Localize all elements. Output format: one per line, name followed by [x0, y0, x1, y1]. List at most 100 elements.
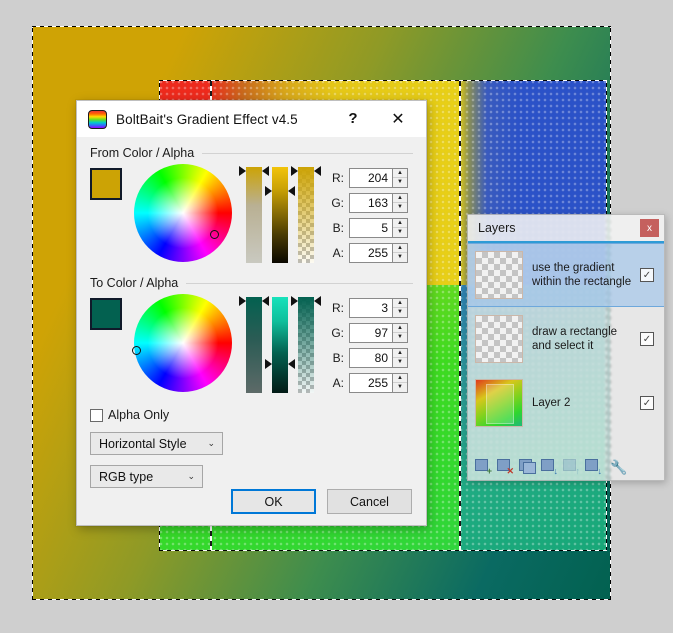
- to-color-swatch[interactable]: [90, 298, 122, 330]
- to-color-label: To Color / Alpha: [90, 276, 179, 290]
- to-color-wheel-marker[interactable]: [132, 346, 141, 355]
- stepper-up-icon[interactable]: ▲: [393, 219, 407, 228]
- from-g-label: G:: [331, 195, 344, 210]
- layer-name: use the gradient within the rectangle: [532, 262, 632, 288]
- to-swatch-wrap: [90, 294, 132, 330]
- from-g-input[interactable]: 163: [349, 192, 393, 213]
- to-r-label: R:: [332, 300, 344, 315]
- stepper-down-icon[interactable]: ▼: [393, 383, 407, 392]
- stepper-up-icon[interactable]: ▲: [393, 194, 407, 203]
- stepper-up-icon[interactable]: ▲: [393, 349, 407, 358]
- from-color-swatch[interactable]: [90, 168, 122, 200]
- stepper-down-icon[interactable]: ▼: [393, 228, 407, 237]
- to-g-input[interactable]: 97: [349, 322, 393, 343]
- duplicate-layer-icon[interactable]: [519, 459, 536, 475]
- layer-properties-wrench-icon[interactable]: 🔧: [610, 459, 627, 476]
- from-alpha-slider[interactable]: [291, 166, 321, 263]
- layer-thumbnail[interactable]: [475, 251, 523, 299]
- from-channel-b: B: 5 ▲ ▼: [328, 215, 408, 240]
- from-r-stepper[interactable]: ▲ ▼: [393, 167, 408, 188]
- from-a-input[interactable]: 255: [349, 242, 393, 263]
- dialog-titlebar[interactable]: BoltBait's Gradient Effect v4.5 ? ✕: [77, 101, 426, 138]
- to-r-stepper[interactable]: ▲ ▼: [393, 297, 408, 318]
- to-channel-b: B: 80 ▲ ▼: [328, 345, 408, 370]
- layer-row[interactable]: use the gradient within the rectangle ✓: [468, 243, 664, 307]
- to-a-input[interactable]: 255: [349, 372, 393, 393]
- from-channel-g: G: 163 ▲ ▼: [328, 190, 408, 215]
- chevron-down-icon: ⌄: [187, 471, 195, 481]
- layers-list: use the gradient within the rectangle ✓ …: [468, 243, 664, 435]
- layer-thumbnail[interactable]: [475, 315, 523, 363]
- from-g-stepper[interactable]: ▲ ▼: [393, 192, 408, 213]
- to-b-label: B:: [332, 350, 344, 365]
- layer-visibility-checkbox[interactable]: ✓: [640, 268, 654, 282]
- from-value-slider[interactable]: [265, 167, 295, 263]
- to-saturation-slider[interactable]: [239, 296, 269, 393]
- stepper-down-icon[interactable]: ▼: [393, 178, 407, 187]
- stepper-down-icon[interactable]: ▼: [393, 203, 407, 212]
- layer-row[interactable]: Layer 2 ✓: [468, 371, 664, 435]
- add-new-layer-icon[interactable]: +: [475, 459, 492, 476]
- move-layer-down-icon[interactable]: ↓: [585, 459, 603, 476]
- gradient-rainbow-icon: [88, 109, 107, 129]
- from-sliders: [239, 164, 321, 263]
- to-b-input[interactable]: 80: [349, 347, 393, 368]
- from-r-input[interactable]: 204: [349, 167, 393, 188]
- from-b-input[interactable]: 5: [349, 217, 393, 238]
- help-button[interactable]: ?: [336, 101, 370, 136]
- stepper-up-icon[interactable]: ▲: [393, 169, 407, 178]
- layer-row[interactable]: draw a rectangle and select it ✓: [468, 307, 664, 371]
- to-a-stepper[interactable]: ▲ ▼: [393, 372, 408, 393]
- gradient-type-value: RGB type: [99, 469, 154, 484]
- layers-titlebar[interactable]: Layers x: [468, 215, 664, 241]
- stepper-down-icon[interactable]: ▼: [393, 358, 407, 367]
- to-r-input[interactable]: 3: [349, 297, 393, 318]
- to-alpha-slider[interactable]: [291, 296, 321, 393]
- close-icon[interactable]: ✕: [376, 101, 420, 136]
- alpha-only-checkbox[interactable]: [90, 408, 103, 422]
- stepper-down-icon[interactable]: ▼: [393, 333, 407, 342]
- from-b-stepper[interactable]: ▲ ▼: [393, 217, 408, 238]
- to-b-stepper[interactable]: ▲ ▼: [393, 347, 408, 368]
- stepper-up-icon[interactable]: ▲: [393, 299, 407, 308]
- section-divider: [202, 152, 413, 154]
- arrow-down-glyph: ↓: [553, 466, 559, 476]
- layers-panel[interactable]: Layers x use the gradient within the rec…: [467, 214, 665, 481]
- cross-glyph: ✕: [506, 466, 514, 476]
- stepper-up-icon[interactable]: ▲: [393, 244, 407, 253]
- stepper-up-icon[interactable]: ▲: [393, 374, 407, 383]
- delete-layer-icon[interactable]: ✕: [497, 459, 514, 476]
- to-channel-a: A: 255 ▲ ▼: [328, 370, 408, 395]
- from-saturation-slider[interactable]: [239, 166, 269, 263]
- alpha-only-row[interactable]: Alpha Only: [90, 408, 413, 422]
- layer-visibility-checkbox[interactable]: ✓: [640, 332, 654, 346]
- from-r-label: R:: [332, 170, 344, 185]
- stepper-down-icon[interactable]: ▼: [393, 308, 407, 317]
- section-divider: [186, 282, 413, 284]
- layer-thumbnail[interactable]: [475, 379, 523, 427]
- merge-layer-down-icon[interactable]: ↓: [541, 459, 559, 476]
- to-channel-r: R: 3 ▲ ▼: [328, 295, 408, 320]
- to-value-slider[interactable]: [265, 297, 295, 393]
- arrow-down-glyph: ↓: [597, 466, 603, 476]
- stepper-down-icon[interactable]: ▼: [393, 253, 407, 262]
- to-sliders: [239, 294, 321, 393]
- from-swatch-wrap: [90, 164, 132, 200]
- gradient-type-dropdown[interactable]: RGB type ⌄: [90, 465, 203, 488]
- to-g-stepper[interactable]: ▲ ▼: [393, 322, 408, 343]
- to-color-row: R: 3 ▲ ▼ G: 97 ▲ ▼ B: 80 ▲ ▼ A: 255 ▲ ▼: [90, 294, 413, 398]
- cancel-button[interactable]: Cancel: [327, 489, 412, 514]
- ok-button[interactable]: OK: [231, 489, 316, 514]
- to-color-wheel[interactable]: [132, 294, 232, 392]
- from-color-wheel[interactable]: [134, 164, 232, 262]
- gradient-style-dropdown[interactable]: Horizontal Style ⌄: [90, 432, 223, 455]
- to-channel-g: G: 97 ▲ ▼: [328, 320, 408, 345]
- layer-visibility-checkbox[interactable]: ✓: [640, 396, 654, 410]
- layers-toolbar: + ✕ ↓ ↑ ↓ 🔧: [468, 454, 664, 480]
- from-a-stepper[interactable]: ▲ ▼: [393, 242, 408, 263]
- gradient-effect-dialog[interactable]: BoltBait's Gradient Effect v4.5 ? ✕ From…: [76, 100, 427, 526]
- close-icon[interactable]: x: [640, 219, 659, 237]
- stepper-up-icon[interactable]: ▲: [393, 324, 407, 333]
- move-layer-up-icon[interactable]: ↑: [563, 459, 580, 476]
- from-color-wheel-marker[interactable]: [210, 230, 219, 239]
